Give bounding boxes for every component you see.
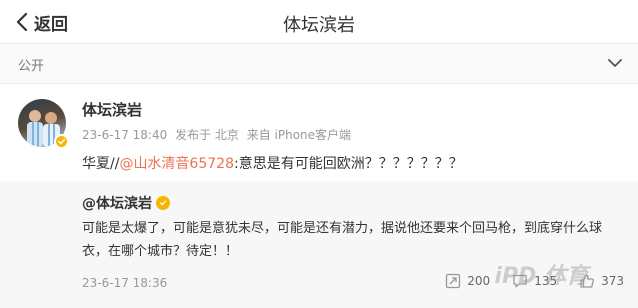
verified-badge-icon [156, 196, 170, 210]
repost-header: @体坛滨岩 [82, 193, 170, 213]
mention-link[interactable]: @山水清音65728 [119, 156, 234, 172]
post-text-prefix: 华夏// [82, 156, 120, 172]
author-name[interactable]: 体坛滨岩 [82, 99, 142, 120]
repost-count: 200 [467, 274, 491, 288]
repost-author[interactable]: @体坛滨岩 [82, 193, 152, 213]
like-count: 373 [601, 274, 624, 288]
comment-count: 135 [534, 274, 558, 288]
reposted-content[interactable]: @体坛滨岩 可能是太爆了，可能是意犹未尽，可能是还有潜力，据说他还要来个回马枪，… [0, 181, 638, 308]
post-time: 23-6-17 18:40 [82, 128, 168, 142]
post-source: 来自 iPhone客户端 [246, 128, 352, 142]
post: 体坛滨岩 23-6-17 18:40 发布于 北京 来自 iPhone客户端 华… [0, 84, 638, 181]
repost-stats: 200 135 373 [423, 273, 624, 289]
repost-icon [446, 273, 461, 289]
post-text-suffix: :意思是有可能回欧洲？？？？？？？ [233, 156, 463, 172]
comment-icon [513, 274, 527, 288]
comment-button[interactable]: 135 [512, 273, 557, 289]
like-button[interactable]: 373 [579, 273, 624, 289]
back-label: 返回 [34, 14, 68, 35]
post-text: 华夏//@山水清音65728:意思是有可能回欧洲？？？？？？？ [82, 153, 463, 173]
visibility-selector[interactable]: 公开 [0, 44, 638, 84]
post-meta: 23-6-17 18:40 发布于 北京 来自 iPhone客户端 [82, 126, 355, 143]
page-title: 体坛滨岩 [283, 15, 355, 36]
repost-time: 23-6-17 18:36 [82, 276, 168, 290]
visibility-label: 公开 [18, 59, 45, 74]
top-bar: 返回 体坛滨岩 [0, 0, 638, 44]
back-button[interactable]: 返回 [16, 10, 68, 35]
chevron-left-icon [16, 13, 28, 31]
like-icon [580, 274, 594, 288]
verified-badge-icon [54, 134, 69, 149]
repost-button[interactable]: 200 [445, 273, 490, 289]
post-location: 发布于 北京 [175, 128, 239, 142]
repost-body: 可能是太爆了，可能是意犹未尽，可能是还有潜力，据说他还要来个回马枪，到底穿什么球… [82, 221, 603, 259]
chevron-down-icon[interactable] [608, 58, 622, 68]
